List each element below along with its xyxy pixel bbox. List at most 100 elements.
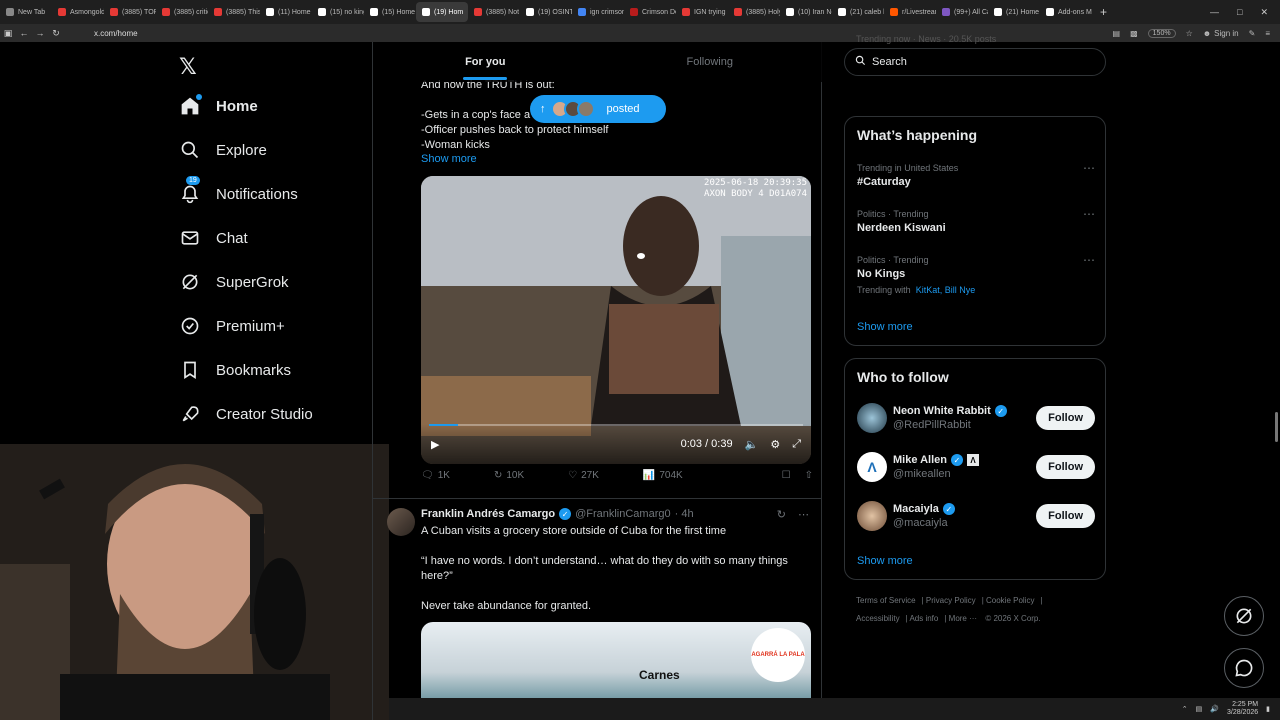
browser-tab[interactable]: (3885) This: [208, 2, 260, 22]
trend-item[interactable]: Politics · Trending Nerdeen Kiswani ⋯: [857, 207, 1095, 234]
browser-tab[interactable]: New Tab: [0, 2, 52, 22]
system-clock[interactable]: 2:25 PM 3/28/2026: [1227, 701, 1258, 717]
browser-tab[interactable]: IGN trying: [676, 2, 728, 22]
follow-suggestion[interactable]: Macaiyla ✓ @macaiyla Follow: [857, 499, 1095, 533]
browser-tab[interactable]: (21) caleb h: [832, 2, 884, 22]
trend-with-links[interactable]: KitKat, Bill Nye: [916, 285, 976, 295]
footer-link[interactable]: Privacy Policy: [926, 596, 976, 605]
follow-suggestion[interactable]: Neon White Rabbit ✓ @RedPillRabbit Follow: [857, 401, 1095, 435]
follow-button[interactable]: Follow: [1036, 455, 1095, 479]
trend-item[interactable]: Politics · Trending No Kings Trending wi…: [857, 253, 1095, 295]
menu-icon[interactable]: ≡: [1265, 29, 1270, 38]
bookmark-icon[interactable]: ☐: [782, 470, 791, 481]
browser-tab[interactable]: (11) Home /: [260, 2, 312, 22]
browser-tab[interactable]: (99+) All Ca: [936, 2, 988, 22]
browser-tab[interactable]: (19) OSINT: [520, 2, 572, 22]
new-tab-button[interactable]: +: [1092, 5, 1115, 19]
reply-button[interactable]: 🗨 1K: [421, 470, 450, 481]
grok-fab[interactable]: [1224, 596, 1264, 636]
views-button[interactable]: 📊 704K: [643, 470, 683, 481]
forward-icon[interactable]: →: [32, 28, 48, 38]
like-button[interactable]: ♡ 27K: [568, 470, 599, 481]
footer-link[interactable]: Terms of Service: [856, 596, 916, 605]
footer-link[interactable]: More ···: [949, 614, 977, 623]
browser-tab[interactable]: (10) Iran Ne: [780, 2, 832, 22]
nav-supergrok[interactable]: SuperGrok: [180, 272, 289, 292]
footer-link[interactable]: Ads info: [909, 614, 938, 623]
reader-icon[interactable]: ▤: [1113, 29, 1121, 38]
nav-notifications[interactable]: 19 Notifications: [180, 176, 298, 204]
more-icon[interactable]: ⋯: [1083, 207, 1095, 221]
avatar[interactable]: [857, 403, 887, 433]
volume-icon[interactable]: 🔊: [1210, 705, 1219, 713]
browser-tab[interactable]: (21) Home: [988, 2, 1040, 22]
axios-logo-icon[interactable]: Λ: [857, 452, 887, 482]
new-posts-pill[interactable]: ↑ posted: [530, 95, 666, 123]
follow-button[interactable]: Follow: [1036, 504, 1095, 528]
browser-tab[interactable]: Asmongold: [52, 2, 104, 22]
post2-author-name[interactable]: Franklin Andrés Camargo: [421, 508, 555, 520]
share-icon[interactable]: ⇧: [805, 470, 813, 481]
footer-link[interactable]: Accessibility: [856, 614, 900, 623]
avatar[interactable]: [857, 501, 887, 531]
zoom-level[interactable]: 150%: [1147, 28, 1176, 38]
browser-tab[interactable]: (3885) TOP: [104, 2, 156, 22]
nav-home[interactable]: Home: [180, 94, 258, 116]
messages-fab[interactable]: [1224, 648, 1264, 688]
search-input[interactable]: Search: [844, 48, 1106, 76]
notification-center-icon[interactable]: ▮: [1266, 705, 1270, 713]
tab-for-you[interactable]: For you: [373, 42, 598, 82]
x-logo-icon[interactable]: 𝕏: [179, 54, 197, 80]
fullscreen-icon[interactable]: ⤢: [792, 438, 801, 451]
browser-tab[interactable]: r/Livestream: [884, 2, 936, 22]
show-more-trends[interactable]: Show more: [857, 321, 913, 333]
nav-chat[interactable]: Chat: [180, 228, 248, 248]
maximize-icon[interactable]: □: [1237, 7, 1242, 18]
follow-suggestion[interactable]: Λ Mike Allen ✓ Λ @mikeallen Follow: [857, 450, 1095, 484]
more-icon[interactable]: ⋯: [1083, 161, 1095, 175]
browser-tab[interactable]: (15) Home /: [364, 2, 416, 22]
nav-creator-studio[interactable]: Creator Studio: [180, 404, 313, 424]
repost-button[interactable]: ↻ 10K: [494, 470, 524, 481]
extensions-icon[interactable]: ✎: [1249, 29, 1256, 38]
play-icon[interactable]: ▶: [431, 438, 439, 451]
browser-tab[interactable]: (15) no king: [312, 2, 364, 22]
page-scrollbar[interactable]: [1275, 412, 1278, 442]
footer-link[interactable]: Cookie Policy: [986, 596, 1034, 605]
verified-badge-icon: [180, 316, 200, 336]
avatar[interactable]: [387, 508, 415, 536]
tray-chevron-icon[interactable]: ⌃: [1182, 705, 1188, 713]
browser-tab[interactable]: Crimson De: [624, 2, 676, 22]
browser-tab[interactable]: (3885) critic: [156, 2, 208, 22]
grok-icon[interactable]: ↻: [777, 508, 786, 521]
show-more-link[interactable]: Show more: [421, 153, 477, 165]
nav-premium[interactable]: Premium+: [180, 316, 285, 336]
network-icon[interactable]: ▤: [1196, 705, 1203, 713]
nav-explore[interactable]: Explore: [180, 140, 267, 160]
browser-tab[interactable]: ign crimson: [572, 2, 624, 22]
tab-following[interactable]: Following: [598, 42, 823, 82]
reload-icon[interactable]: ↻: [48, 28, 64, 39]
browser-tab[interactable]: (19) Hom: [416, 2, 468, 22]
sign-in-button[interactable]: ☻ Sign in: [1203, 29, 1239, 38]
url-field[interactable]: x.com/home: [94, 29, 138, 38]
follow-button[interactable]: Follow: [1036, 406, 1095, 430]
nav-bookmarks[interactable]: Bookmarks: [180, 360, 291, 380]
back-icon[interactable]: ←: [16, 28, 32, 38]
minimize-icon[interactable]: —: [1210, 7, 1219, 18]
mute-icon[interactable]: 🔈: [745, 438, 759, 451]
bookmark-star-icon[interactable]: ☆: [1186, 29, 1193, 38]
pip-icon[interactable]: ▩: [1130, 29, 1138, 38]
post2-handle[interactable]: @FranklinCamarg0: [575, 508, 671, 520]
settings-icon[interactable]: ⚙: [770, 438, 780, 451]
browser-tab[interactable]: (3885) Not: [468, 2, 520, 22]
close-icon[interactable]: ✕: [1260, 7, 1268, 18]
more-icon[interactable]: ⋯: [1083, 253, 1095, 267]
browser-tab[interactable]: (3885) Holy: [728, 2, 780, 22]
trend-item[interactable]: Trending in United States #Caturday ⋯: [857, 161, 1095, 188]
show-more-follow[interactable]: Show more: [857, 555, 913, 567]
sidebar-toggle-icon[interactable]: ▣: [0, 28, 16, 39]
video-player[interactable]: 2025-06-18 20:39:35 AXON BODY 4 D01A074 …: [421, 176, 811, 464]
browser-tab[interactable]: Add-ons M: [1040, 2, 1092, 22]
more-icon[interactable]: ⋯: [798, 508, 809, 521]
